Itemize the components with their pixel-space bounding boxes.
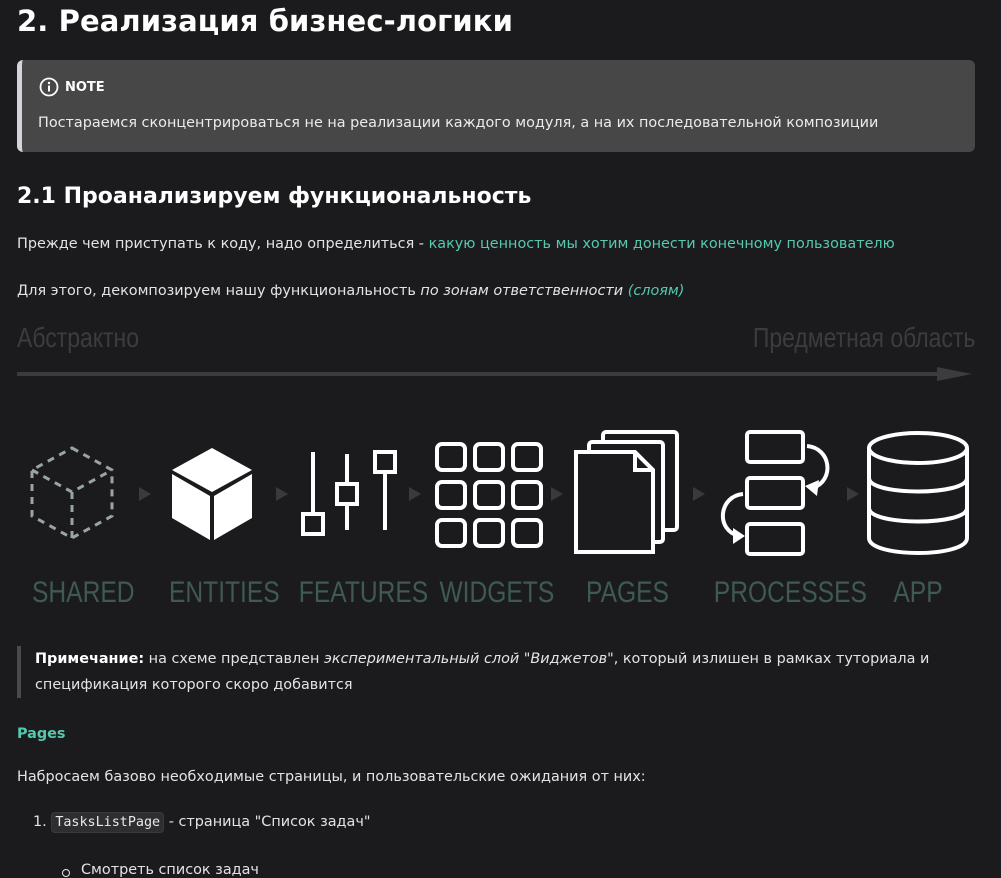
chevron-right-icon [551, 487, 563, 501]
widgets-grid-icon [435, 442, 543, 548]
layer-label-processes: PROCESSES [713, 576, 867, 609]
layer-label-features: FEATURES [298, 576, 429, 609]
pages-stack-icon [574, 430, 679, 554]
solid-cube-icon [172, 448, 252, 540]
list-item: 1. TasksListPage - страница "Список зада… [33, 812, 371, 833]
remark-text-1: на схеме представлен [144, 651, 325, 667]
layer-label-widgets: WIDGETS [439, 576, 555, 609]
layer-label-pages: PAGES [586, 576, 669, 609]
paragraph-intro-text: Прежде чем приступать к коду, надо опред… [17, 236, 429, 252]
layers-link[interactable]: (слоям) [628, 283, 685, 299]
list-item-text: - страница "Список задач" [164, 814, 371, 830]
info-icon [39, 77, 59, 97]
dashed-cube-icon [30, 446, 114, 540]
remark-label: Примечание: [35, 651, 145, 667]
section-title: 2.1 Проанализируем функциональность [17, 184, 532, 209]
remark-blockquote: Примечание: на схеме представлен экспери… [17, 646, 957, 698]
page-title: 2. Реализация бизнес-логики [17, 4, 513, 38]
layers-diagram: Абстрактно Предметная область SHARED ENT… [17, 320, 975, 620]
layer-label-app: APP [893, 576, 943, 609]
note-admonition: NOTE Постараемся сконцентрироваться не н… [17, 60, 975, 152]
axis-label-abstract: Абстрактно [17, 322, 140, 353]
chevron-right-icon [847, 487, 859, 501]
paragraph-decompose-em: по зонам ответственности [420, 283, 624, 299]
remark-emphasis: экспериментальный слой "Виджетов" [324, 651, 614, 667]
note-header: NOTE [39, 77, 105, 97]
paragraph-intro: Прежде чем приступать к коду, надо опред… [17, 236, 895, 252]
sub-list-item: Смотреть список задач [81, 862, 259, 878]
value-link[interactable]: какую ценность мы хотим донести конечном… [429, 236, 895, 252]
paragraph-decompose-text: Для этого, декомпозируем нашу функционал… [17, 283, 421, 299]
note-label: NOTE [65, 79, 105, 95]
database-icon [867, 431, 969, 555]
processes-flow-icon [721, 430, 830, 556]
chevron-right-icon [139, 487, 151, 501]
axis-arrow [17, 367, 972, 381]
paragraph-decompose: Для этого, декомпозируем нашу функционал… [17, 283, 684, 299]
pages-heading: Pages [17, 726, 66, 742]
chevron-right-icon [409, 487, 421, 501]
code-tasks-list-page: TasksListPage [51, 812, 165, 833]
layer-label-entities: ENTITIES [169, 576, 280, 609]
sliders-icon [301, 450, 397, 536]
sub-list-bullet [62, 869, 70, 877]
layer-label-shared: SHARED [32, 576, 135, 609]
note-text: Постараемся сконцентрироваться не на реа… [38, 115, 879, 131]
list-number: 1. [33, 814, 47, 830]
chevron-right-icon [693, 487, 705, 501]
axis-label-domain: Предметная область [752, 322, 975, 353]
pages-intro: Набросаем базово необходимые страницы, и… [17, 769, 646, 785]
chevron-right-icon [276, 487, 288, 501]
